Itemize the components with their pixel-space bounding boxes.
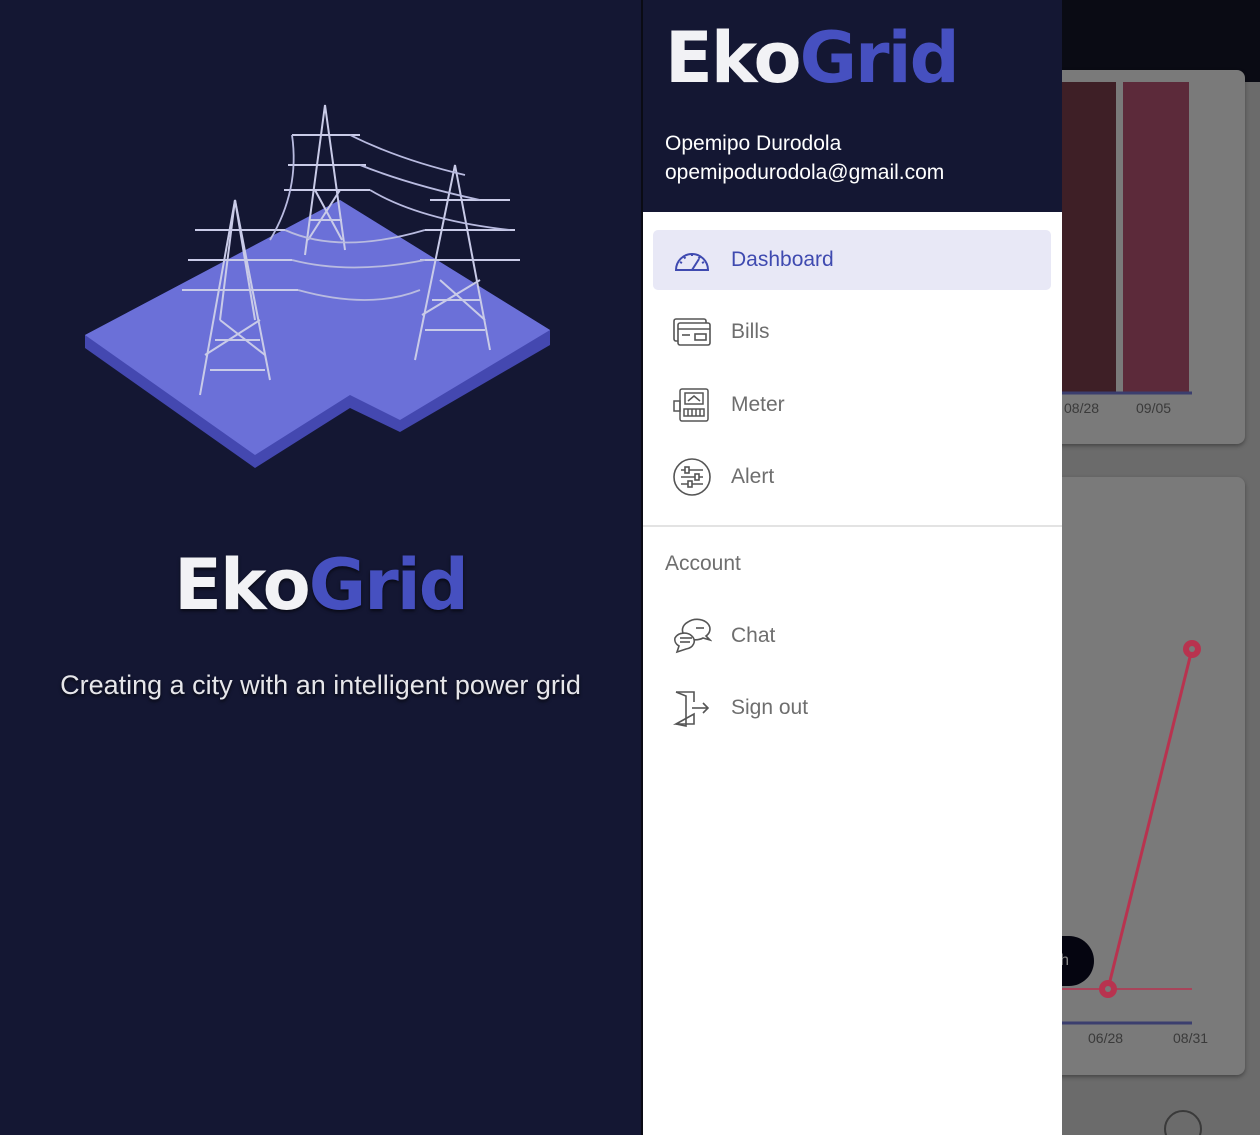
logo-grid: Grid	[799, 17, 960, 99]
chart-tick: 06/28	[1088, 1030, 1123, 1046]
drawer-logo: EkoGrid	[665, 17, 960, 99]
nav-item-label: Alert	[731, 465, 775, 488]
chart-tick: 08/31	[1173, 1030, 1208, 1046]
drawer-divider	[643, 525, 1062, 527]
splash-panel: EkoGrid Creating a city with an intellig…	[0, 0, 641, 1135]
nav-item-sign-out[interactable]: Sign out	[653, 678, 1051, 738]
navigation-drawer: EkoGrid Opemipo Durodola opemipodurodola…	[641, 0, 1062, 1135]
splash-tagline: Creating a city with an intelligent powe…	[60, 670, 581, 700]
logo-eko: Eko	[665, 17, 802, 99]
chart-point	[1105, 986, 1111, 992]
drawer-header: EkoGrid Opemipo Durodola opemipodurodola…	[643, 0, 1062, 212]
nav-item-label: Chat	[731, 624, 776, 647]
nav-item-dashboard[interactable]: Dashboard	[653, 230, 1051, 290]
meter-icon	[672, 385, 712, 425]
splash-logo: EkoGrid	[0, 545, 641, 625]
nav-item-label: Meter	[731, 393, 785, 416]
nav-item-bills[interactable]: Bills	[653, 302, 1051, 362]
chart-bar	[1062, 82, 1116, 392]
sign-out-icon	[672, 688, 712, 728]
background-bar-chart: 08/28 09/05	[1062, 82, 1192, 416]
nav-item-label: Dashboard	[731, 248, 834, 271]
background-dashboard: 08/28 09/05 06/28 08/31 h	[1062, 0, 1260, 1135]
nav-item-meter[interactable]: Meter	[653, 375, 1051, 435]
chat-icon	[672, 616, 712, 656]
chart-bar	[1123, 82, 1189, 392]
logo-grid: Grid	[308, 544, 469, 626]
background-sliders-icon	[1164, 1110, 1202, 1135]
power-grid-illustration	[85, 104, 550, 468]
user-email: opemipodurodola@gmail.com	[665, 161, 945, 184]
chart-point	[1189, 646, 1195, 652]
speedometer-icon	[672, 240, 712, 280]
bill-card-icon	[672, 312, 712, 352]
chart-tick: 09/05	[1136, 400, 1171, 416]
user-name: Opemipo Durodola	[665, 132, 842, 155]
nav-item-chat[interactable]: Chat	[653, 606, 1051, 666]
chart-series-line	[1106, 648, 1194, 990]
nav-item-label: Bills	[731, 320, 770, 343]
nav-item-alert[interactable]: Alert	[653, 447, 1051, 507]
nav-item-label: Sign out	[731, 696, 809, 719]
chart-tick: 08/28	[1064, 400, 1099, 416]
account-section-heading: Account	[665, 552, 741, 575]
alert-sliders-icon	[672, 457, 712, 497]
logo-eko: Eko	[174, 544, 311, 626]
